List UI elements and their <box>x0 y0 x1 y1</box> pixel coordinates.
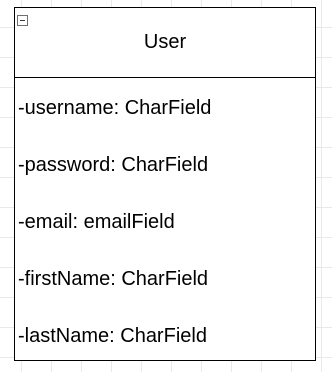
attribute-password[interactable]: -password: CharField <box>18 153 208 177</box>
collapse-icon[interactable] <box>17 15 28 26</box>
class-name[interactable]: User <box>15 30 315 54</box>
attribute-last-name[interactable]: -lastName: CharField <box>18 324 207 348</box>
attribute-first-name[interactable]: -firstName: CharField <box>18 267 208 291</box>
diagram-canvas[interactable]: User -username: CharField -password: Cha… <box>0 0 332 372</box>
attribute-email[interactable]: -email: emailField <box>18 210 175 234</box>
class-header[interactable]: User <box>15 8 315 78</box>
uml-class-user[interactable]: User -username: CharField -password: Cha… <box>14 7 316 361</box>
attribute-username[interactable]: -username: CharField <box>18 96 211 120</box>
